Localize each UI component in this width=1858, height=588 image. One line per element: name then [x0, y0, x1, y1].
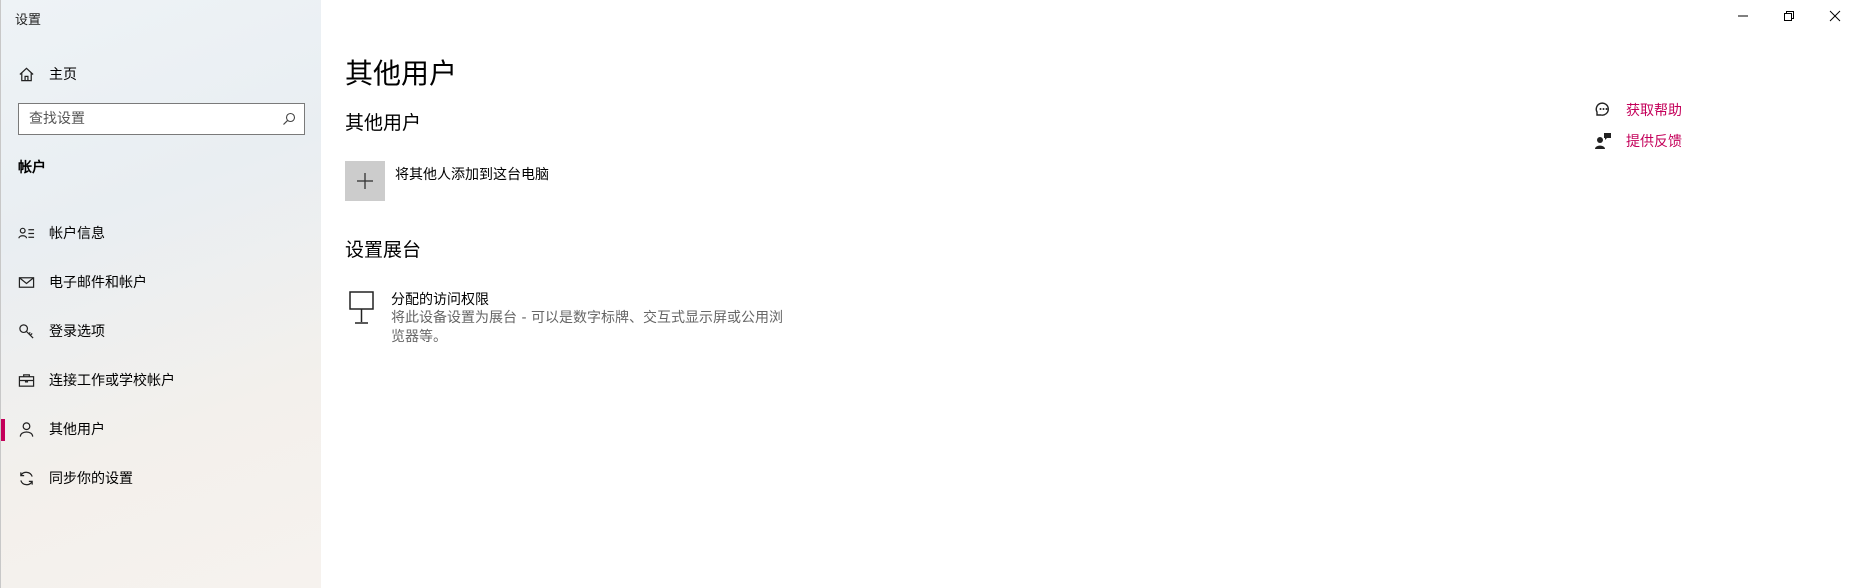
search-icon[interactable] [282, 112, 296, 126]
sidebar-item-label: 电子邮件和帐户 [49, 275, 147, 291]
get-help-label: 获取帮助 [1626, 103, 1682, 119]
page-title: 其他用户 [345, 57, 458, 90]
minimize-icon [1738, 15, 1748, 17]
plus-icon [357, 173, 373, 189]
sidebar-item-label: 同步你的设置 [49, 471, 133, 487]
get-help-link[interactable]: 获取帮助 [1594, 100, 1682, 120]
sidebar-item-label: 连接工作或学校帐户 [49, 373, 175, 389]
person-icon [17, 420, 35, 438]
kiosk-heading: 设置展台 [345, 239, 422, 261]
sidebar-item-label: 帐户信息 [49, 226, 105, 242]
assigned-access-link[interactable]: 分配的访问权限 [391, 289, 489, 309]
assigned-access-description: 将此设备设置为展台 - 可以是数字标牌、交互式显示屏或公用浏览器等。 [391, 310, 783, 345]
person-card-icon [17, 224, 35, 242]
sidebar-item-account-info[interactable]: 帐户信息 [1, 213, 322, 253]
window-title: 设置 [15, 13, 42, 28]
restore-icon [1784, 11, 1794, 21]
nav-home-label: 主页 [49, 67, 77, 83]
mail-icon [17, 273, 35, 291]
sidebar-item-email[interactable]: 电子邮件和帐户 [1, 262, 322, 302]
minimize-button[interactable] [1720, 0, 1766, 32]
search-box[interactable] [18, 103, 305, 135]
briefcase-icon [17, 371, 35, 389]
restore-button[interactable] [1766, 0, 1812, 32]
add-user-button[interactable] [345, 161, 385, 201]
sync-icon [17, 469, 35, 487]
feedback-icon [1595, 133, 1611, 149]
sidebar-item-label: 登录选项 [49, 324, 105, 340]
feedback-link[interactable]: 提供反馈 [1594, 131, 1682, 151]
sidebar-item-sync[interactable]: 同步你的设置 [1, 458, 322, 498]
sidebar-item-other-users[interactable]: 其他用户 [1, 409, 322, 449]
home-icon [17, 65, 35, 83]
other-users-heading: 其他用户 [345, 112, 422, 134]
sidebar-item-label: 其他用户 [49, 422, 105, 438]
nav-home[interactable]: 主页 [17, 63, 77, 85]
close-icon [1829, 10, 1841, 22]
key-icon [17, 322, 35, 340]
chat-help-icon [1595, 102, 1609, 116]
sidebar: 设置 主页 帐户 帐户信息 电子邮件和帐户 登录选项 连接工作或学校帐户 [0, 0, 321, 588]
section-label-accounts: 帐户 [18, 160, 46, 176]
close-button[interactable] [1812, 0, 1858, 32]
content-pane: 其他用户 其他用户 将其他人添加到这台电脑 设置展台 分配的访问权限 将此设备设… [321, 0, 1858, 588]
search-input[interactable] [19, 110, 281, 128]
feedback-label: 提供反馈 [1626, 134, 1682, 150]
sidebar-item-signin-options[interactable]: 登录选项 [1, 311, 322, 351]
add-user-label[interactable]: 将其他人添加到这台电脑 [395, 164, 549, 184]
sidebar-item-work-school[interactable]: 连接工作或学校帐户 [1, 360, 322, 400]
kiosk-icon[interactable] [347, 290, 377, 326]
